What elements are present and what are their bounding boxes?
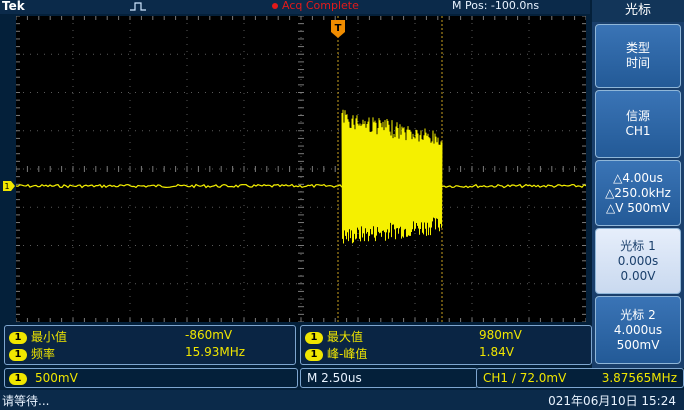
trigger-position-label: T [335,23,342,34]
measurement-label: 峰-峰值 [327,347,368,361]
ch1-scale-box[interactable]: 1 500mV [4,368,298,388]
cursor-type-button[interactable]: 类型 时间 [595,24,681,88]
acquisition-status-text: Acq Complete [282,0,359,12]
cursor-2-voltage: 500mV [616,337,660,352]
measurement-max-row: 1 最大值 [305,328,363,344]
cursor-1-voltage: 0.00V [620,268,656,283]
trigger-mode-icon [130,2,146,11]
measurement-label: 频率 [31,347,56,361]
delta-time: △4.00us [613,170,663,185]
cursor-type-label: 类型 [625,41,650,55]
delta-voltage: △V 500mV [605,200,671,215]
message-bar: 请等待... 021年06月10日 15:24 [0,390,684,410]
measurement-box-left: 1 最小值 -860mV 1 频率 15.93MHz [4,325,296,365]
measurement-box-right: 1 最大值 980mV 1 峰-峰值 1.84V [300,325,592,365]
cursor-2-button[interactable]: 光标 2 4.000us 500mV [595,296,681,364]
cursor-2-time: 4.000us [613,322,663,337]
delta-frequency: △250.0kHz [605,185,671,200]
date-time: 021年06月10日 15:24 [548,394,676,408]
measurement-label: 最小值 [31,330,68,344]
acquisition-status: Acq Complete [272,0,359,12]
trigger-frequency: 3.87565MHz [601,371,677,385]
measurement-max-value: 980mV [479,328,522,342]
cursor-source-value: CH1 [625,124,651,138]
channel-badge: 1 [305,331,323,344]
channel-badge: 1 [9,331,27,344]
channel-badge: 1 [305,348,323,361]
measurement-pkpk-row: 1 峰-峰值 [305,345,367,361]
ch1-ground-marker-label: 1 [4,182,9,191]
channel-status-bar: 1 500mV M 2.50us CH1 ∕ 72.0mV 3.87565MHz [0,366,684,388]
cursor-delta-readout[interactable]: △4.00us △250.0kHz △V 500mV [595,160,681,226]
measurement-freq-value: 15.93MHz [185,345,246,359]
trigger-box[interactable]: CH1 ∕ 72.0mV 3.87565MHz [476,368,684,388]
ch1-ground-marker-icon[interactable]: 1 [2,180,16,192]
side-menu: 光标 类型 时间 信源 CH1 △4.00us △250.0kHz △V 500… [592,0,684,368]
measurement-label: 最大值 [327,330,364,344]
timebase-box[interactable]: M 2.50us [300,368,478,388]
status-message: 请等待... [2,394,50,408]
acquisition-indicator-icon [272,3,278,9]
measurement-panel: 1 最小值 -860mV 1 频率 15.93MHz 1 最大值 980mV 1 峰-峰… [0,324,592,365]
trigger-level: CH1 ∕ 72.0mV [483,371,567,385]
timebase: M 2.50us [307,371,362,385]
brand-logo: Tek [2,0,25,13]
measurement-freq-row: 1 频率 [9,345,55,361]
channel-badge: 1 [9,372,27,385]
measurement-min-value: -860mV [185,328,233,342]
cursor-1-time: 0.000s [617,253,659,268]
menu-title: 光标 [592,0,684,22]
channel-badge: 1 [9,348,27,361]
cursor-1-button[interactable]: 光标 1 0.000s 0.00V [595,228,681,294]
cursor-source-button[interactable]: 信源 CH1 [595,90,681,158]
waveform-display[interactable]: T [16,16,586,322]
horizontal-position: M Pos: -100.0ns [452,0,540,12]
ch1-scale: 500mV [35,371,78,385]
cursor-type-value: 时间 [625,56,650,70]
top-status-bar: Tek Acq Complete M Pos: -100.0ns [0,0,590,14]
cursor-source-label: 信源 [625,109,650,123]
measurement-pkpk-value: 1.84V [479,345,514,359]
measurement-min-row: 1 最小值 [9,328,67,344]
cursor-1-label: 光标 1 [620,238,656,253]
cursor-2-label: 光标 2 [620,307,656,322]
